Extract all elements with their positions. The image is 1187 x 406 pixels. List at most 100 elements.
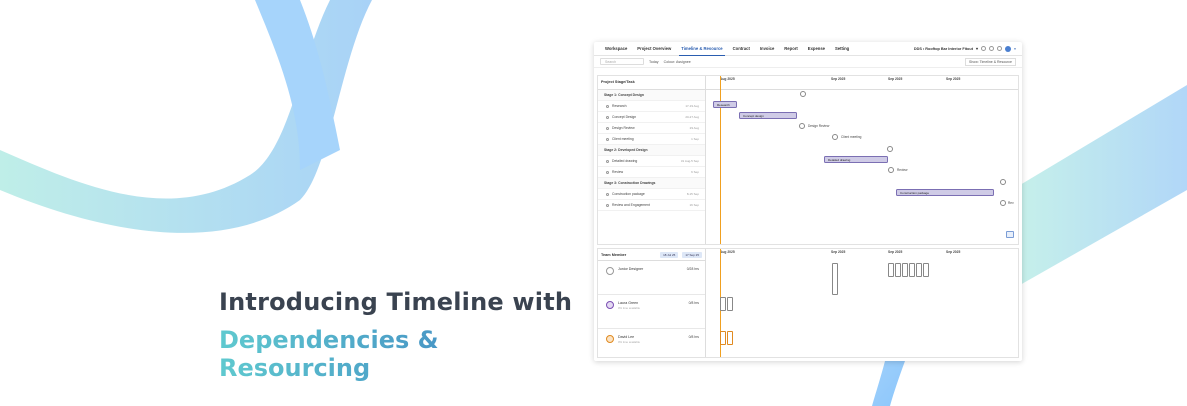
team-member-row[interactable]: David Lee 0% time available 0/8 hrs xyxy=(598,329,705,361)
expand-icon[interactable]: » xyxy=(1014,47,1016,51)
milestone-row[interactable]: Client meeting 1 Sep xyxy=(598,134,705,145)
team-member-row[interactable]: Laura Green 0% time available 0/8 hrs xyxy=(598,295,705,329)
project-name: DDS • Rooftop Bar Interior Fitout xyxy=(913,46,973,51)
stage-row[interactable]: Stage 1: Concept Design xyxy=(598,90,705,101)
today-button[interactable]: Today xyxy=(649,60,659,64)
stage-row[interactable]: Stage 3: Construction Drawings xyxy=(598,178,705,189)
member-name: Laura Green xyxy=(618,301,639,305)
month-label: Sep 2025 xyxy=(888,250,903,254)
app-window: Workspace Project Overview Timeline & Re… xyxy=(594,42,1022,361)
clock-icon[interactable] xyxy=(980,46,986,51)
row-label: Design Review xyxy=(612,126,635,130)
member-availability: 0% time available xyxy=(618,306,640,310)
team-member-row[interactable]: Junior Designer 0/28 hrs xyxy=(598,261,705,295)
month-label: Aug 2025 xyxy=(720,77,735,81)
show-filter-button[interactable]: Show: Timeline & Resource xyxy=(965,57,1016,66)
headline-line-2: Dependencies & Resourcing xyxy=(219,326,579,382)
month-header: Aug 2025 Sep 2025 Sep 2025 Sep 2025 xyxy=(706,76,1018,83)
row-label: Concept Design xyxy=(612,115,637,119)
allocation-cell[interactable] xyxy=(832,263,838,295)
range-start-chip[interactable]: 18 Jul 25 xyxy=(660,251,679,258)
task-row[interactable]: Research 17-19 Aug xyxy=(598,101,705,112)
gantt-chart: Project Stage/Task Stage 1: Concept Desi… xyxy=(597,75,1019,245)
milestone-design-review-icon[interactable] xyxy=(799,123,805,129)
row-label: Research xyxy=(612,104,627,108)
stage-marker-icon xyxy=(800,91,806,97)
chevron-down-icon: ▾ xyxy=(975,47,978,51)
stage-marker-icon xyxy=(1000,179,1006,185)
member-name: Junior Designer xyxy=(618,267,644,271)
task-dot-icon xyxy=(606,192,609,196)
row-label: Review and Engagement xyxy=(612,203,650,207)
row-date: 20-27 Aug xyxy=(685,115,699,119)
row-label: Stage 2: Developed Design xyxy=(604,148,648,152)
milestone-icon xyxy=(606,203,609,207)
month-label: Sep 2025 xyxy=(888,77,903,81)
allocation-cell[interactable] xyxy=(916,263,922,277)
member-hours: 0/8 hrs xyxy=(688,335,699,339)
tab-expense[interactable]: Expense xyxy=(803,42,830,56)
allocation-cell[interactable] xyxy=(888,263,894,277)
milestone-label: Client meeting xyxy=(841,135,862,139)
bell-icon[interactable] xyxy=(988,46,994,51)
resource-panel: Team Member 18 Jul 25 17 Sep 25 Junior D… xyxy=(597,248,1019,358)
task-dot-icon xyxy=(606,159,609,163)
list-view-icon[interactable] xyxy=(1006,231,1014,238)
tab-workspace[interactable]: Workspace xyxy=(600,42,632,56)
stage-row[interactable]: Stage 2: Developed Design xyxy=(598,145,705,156)
colour-assignee-button[interactable]: Colour: Assignee xyxy=(664,60,691,64)
tab-setting[interactable]: Setting xyxy=(830,42,854,56)
allocation-cell[interactable] xyxy=(909,263,915,277)
tab-contract[interactable]: Contract xyxy=(728,42,755,56)
resource-grid: Aug 2025 Sep 2025 Sep 2025 Sep 2025 xyxy=(706,249,1018,357)
allocation-cell[interactable] xyxy=(923,263,929,277)
bar-concept-design[interactable]: Concept design xyxy=(739,112,797,119)
search-input[interactable]: Search xyxy=(600,58,644,65)
range-end-chip[interactable]: 17 Sep 25 xyxy=(682,251,702,258)
row-date: 31 Aug-5 Sep xyxy=(680,159,699,163)
allocation-cell[interactable] xyxy=(727,331,733,345)
task-dot-icon xyxy=(606,104,609,108)
month-label: Sep 2025 xyxy=(946,250,961,254)
task-row[interactable]: Construction package 8-15 Sep xyxy=(598,189,705,200)
bar-detailed-drawing[interactable]: Detailed drawing xyxy=(824,156,888,163)
task-row[interactable]: Concept Design 20-27 Aug xyxy=(598,112,705,123)
milestone-row[interactable]: Design Review 29 Aug xyxy=(598,123,705,134)
tab-project-overview[interactable]: Project Overview xyxy=(632,42,676,56)
allocation-cell[interactable] xyxy=(902,263,908,277)
day-header xyxy=(706,83,1018,90)
tab-invoice[interactable]: Invoice xyxy=(755,42,779,56)
allocation-cell[interactable] xyxy=(895,263,901,277)
bar-construction-package[interactable]: Construction package xyxy=(896,189,994,196)
project-selector[interactable]: DDS • Rooftop Bar Interior Fitout ▾ » xyxy=(913,45,1016,52)
avatar xyxy=(606,301,614,309)
milestone-review-icon[interactable] xyxy=(888,167,894,173)
allocation-cell[interactable] xyxy=(720,331,726,345)
avatar xyxy=(606,267,614,275)
allocation-cell[interactable] xyxy=(727,297,733,311)
milestone-icon xyxy=(606,170,609,174)
headline: Introducing Timeline with Dependencies &… xyxy=(219,288,579,382)
milestone-row[interactable]: Review 6 Sep xyxy=(598,167,705,178)
row-date: 8-15 Sep xyxy=(686,192,699,196)
row-date: 6 Sep xyxy=(691,170,699,174)
team-header: Team Member 18 Jul 25 17 Sep 25 xyxy=(598,249,705,261)
milestone-label: Review xyxy=(897,168,908,172)
milestone-row[interactable]: Review and Engagement 16 Sep xyxy=(598,200,705,211)
allocation-cell[interactable] xyxy=(720,297,726,311)
tab-report[interactable]: Report xyxy=(779,42,803,56)
row-label: Stage 3: Construction Drawings xyxy=(604,181,656,185)
avatar[interactable] xyxy=(1004,45,1011,52)
task-list: Project Stage/Task Stage 1: Concept Desi… xyxy=(598,76,706,244)
milestone-label: Rev xyxy=(1008,201,1014,205)
row-label: Detailed drawing xyxy=(612,159,638,163)
task-row[interactable]: Detailed drawing 31 Aug-5 Sep xyxy=(598,156,705,167)
tab-timeline-resource[interactable]: Timeline & Resource xyxy=(676,42,727,56)
bar-research[interactable]: Research xyxy=(713,101,737,108)
help-icon[interactable] xyxy=(996,46,1002,51)
member-name: David Lee xyxy=(618,335,635,339)
row-date: 16 Sep xyxy=(689,203,699,207)
member-availability: 0% time available xyxy=(618,340,640,344)
milestone-review-engagement-icon[interactable] xyxy=(1000,200,1006,206)
milestone-client-meeting-icon[interactable] xyxy=(832,134,838,140)
